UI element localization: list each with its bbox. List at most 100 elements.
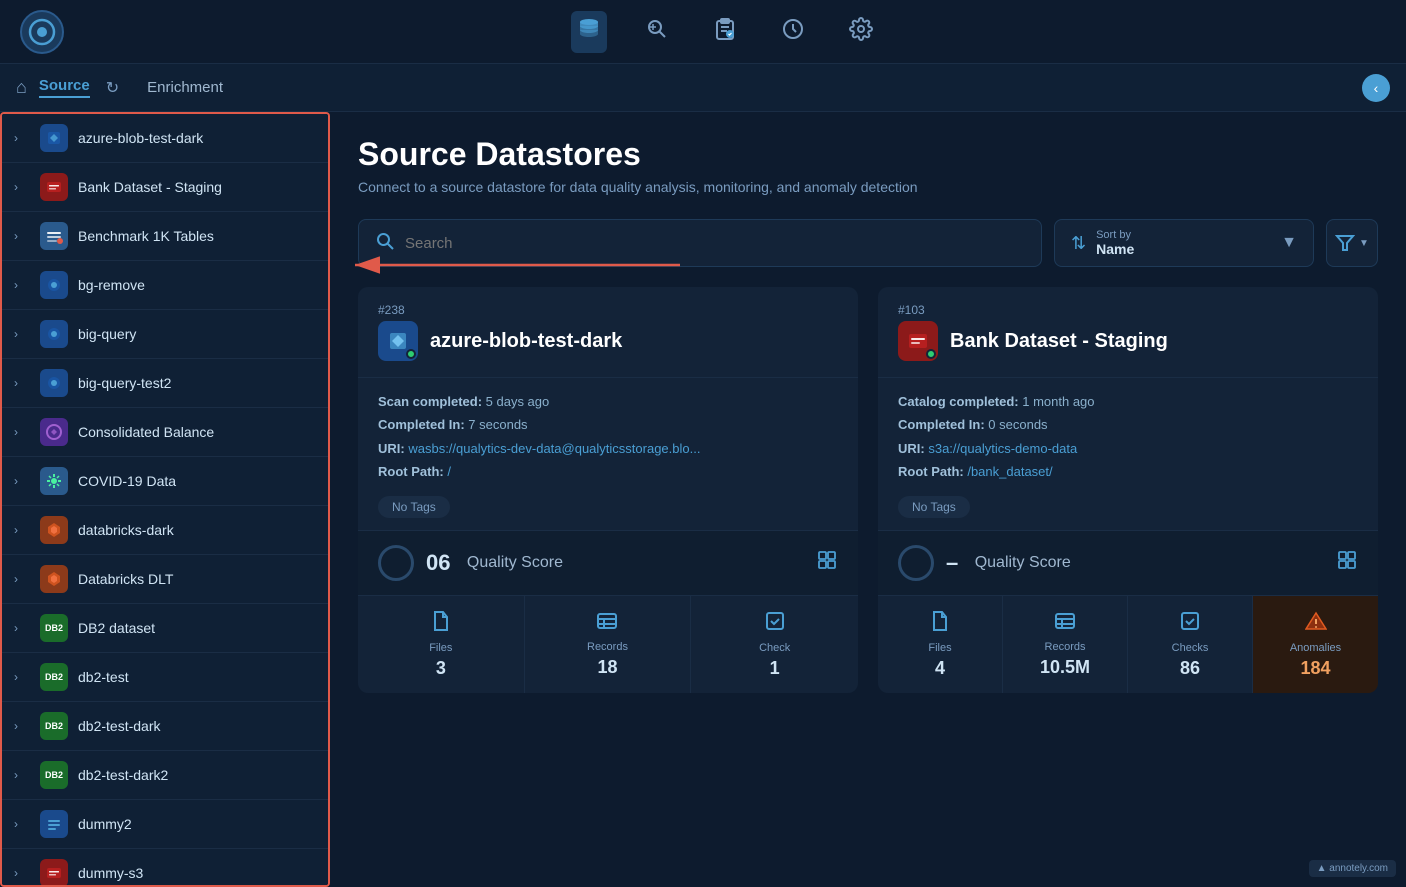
datastore-card-1[interactable]: #103 Bank Dataset - Staging Catalog comp…	[878, 287, 1378, 693]
card-id: #103	[898, 303, 1358, 317]
sidebar-item-db2-test-dark2[interactable]: › DB2 db2-test-dark2	[2, 751, 328, 800]
sidebar-item-label: Benchmark 1K Tables	[78, 228, 214, 244]
card-avatar	[898, 321, 938, 361]
datastore-card-0[interactable]: #238 azure-blob-test-dark Scan completed…	[358, 287, 858, 693]
files-icon	[431, 610, 451, 638]
chevron-icon: ›	[14, 131, 30, 145]
home-button[interactable]: ⌂	[16, 77, 27, 98]
sidebar-item-db2-test[interactable]: ›DB2db2-test	[2, 653, 328, 702]
sidebar-item-benchmark-1k-tables[interactable]: › Benchmark 1K Tables	[2, 212, 328, 261]
quality-score-label: Quality Score	[462, 554, 562, 572]
item-icon	[40, 173, 68, 201]
sidebar-item-bg-remove[interactable]: ›bg-remove	[2, 261, 328, 310]
stats-section: Files 4 Records 10.5M	[878, 595, 1378, 693]
sidebar-item-databricks-dark[interactable]: ›databricks-dark	[2, 506, 328, 555]
chevron-icon: ›	[14, 180, 30, 194]
sidebar-item-big-query-test2[interactable]: ›big-query-test2	[2, 359, 328, 408]
sidebar-item-bank-dataset-staging[interactable]: ›Bank Dataset - Staging	[2, 163, 328, 212]
page-title: Source Datastores	[358, 136, 1378, 173]
collapse-button[interactable]: ‹	[1362, 74, 1390, 102]
item-icon: DB2	[40, 761, 68, 789]
sub-nav: ⌂ Source ↻ Enrichment ‹	[0, 64, 1406, 112]
card-id: #238	[378, 303, 838, 317]
sidebar-item-label: DB2 dataset	[78, 620, 155, 636]
quality-score-circle	[898, 545, 934, 581]
status-dot	[926, 349, 936, 359]
item-icon	[40, 222, 68, 250]
nav-icons	[571, 11, 879, 53]
item-icon	[40, 320, 68, 348]
database-nav-button[interactable]	[571, 11, 607, 53]
tag-pill: No Tags	[898, 496, 970, 518]
clock-nav-button[interactable]	[775, 11, 811, 53]
sidebar-item-db2-test-dark[interactable]: › DB2 db2-test-dark	[2, 702, 328, 751]
sidebar-item-azure-blob-test-dark[interactable]: › azure-blob-test-dark	[2, 114, 328, 163]
quality-score-section: 06 Quality Score	[358, 530, 858, 595]
card-header: #103 Bank Dataset - Staging	[878, 287, 1378, 378]
quality-score-section: – Quality Score	[878, 530, 1378, 595]
sidebar-item-databricks-dlt[interactable]: ›Databricks DLT	[2, 555, 328, 604]
sidebar-item-covid-19-data[interactable]: ›COVID-19 Data	[2, 457, 328, 506]
chevron-icon: ›	[14, 817, 30, 831]
item-icon: DB2	[40, 663, 68, 691]
app-logo	[20, 10, 64, 54]
chevron-icon: ›	[14, 229, 30, 243]
anomalies-stat: Check 1	[691, 596, 858, 693]
settings-nav-button[interactable]	[843, 11, 879, 53]
main-layout: › azure-blob-test-dark ›Bank Dataset - Sta…	[0, 112, 1406, 887]
search-nav-button[interactable]	[639, 11, 675, 53]
item-icon	[40, 859, 68, 887]
search-box[interactable]	[358, 219, 1042, 267]
sidebar-item-label: azure-blob-test-dark	[78, 130, 203, 146]
quality-score-value: 06	[426, 550, 450, 576]
stats-section: Files 3 Records 18 Check 1	[358, 595, 858, 693]
refresh-button[interactable]: ↻	[106, 78, 119, 98]
card-title-row: azure-blob-test-dark	[378, 321, 838, 361]
chevron-icon: ›	[14, 768, 30, 782]
sort-text: Sort by Name	[1096, 229, 1134, 257]
annotely-badge: ▲ annotely.com	[1309, 860, 1396, 877]
chevron-icon: ›	[14, 719, 30, 733]
tag-pill: No Tags	[378, 496, 450, 518]
card-tags: No Tags	[358, 496, 858, 530]
item-icon: DB2	[40, 614, 68, 642]
chevron-icon: ›	[14, 670, 30, 684]
sort-box[interactable]: ⇅ Sort by Name ▼	[1054, 219, 1314, 267]
chevron-icon: ›	[14, 523, 30, 537]
clipboard-nav-button[interactable]	[707, 11, 743, 53]
quality-score-icon	[1336, 549, 1358, 577]
chevron-icon: ›	[14, 572, 30, 586]
search-input[interactable]	[405, 235, 1025, 252]
item-icon: DB2	[40, 712, 68, 740]
filter-button[interactable]: ▼	[1326, 219, 1378, 267]
sidebar-item-consolidated-balance[interactable]: ›Consolidated Balance	[2, 408, 328, 457]
enrichment-tab[interactable]: Enrichment	[147, 79, 223, 96]
sidebar-item-label: dummy-s3	[78, 865, 143, 881]
chevron-icon: ›	[14, 327, 30, 341]
files-stat: Files 4	[878, 596, 1003, 693]
chevron-icon: ›	[14, 278, 30, 292]
page-subtitle: Connect to a source datastore for data q…	[358, 179, 1378, 195]
sidebar-item-db2-dataset[interactable]: › DB2 DB2 dataset	[2, 604, 328, 653]
status-dot	[406, 349, 416, 359]
sidebar-item-label: db2-test-dark2	[78, 767, 168, 783]
records-icon	[1054, 611, 1076, 637]
sort-caret-icon: ▼	[1281, 234, 1297, 252]
item-icon	[40, 418, 68, 446]
sidebar-item-dummy-s3[interactable]: ›dummy-s3	[2, 849, 328, 887]
chevron-icon: ›	[14, 425, 30, 439]
source-tab[interactable]: Source	[39, 77, 90, 98]
card-avatar	[378, 321, 418, 361]
files-value: 3	[436, 658, 446, 679]
sidebar-item-big-query[interactable]: ›big-query	[2, 310, 328, 359]
sidebar-item-label: db2-test-dark	[78, 718, 160, 734]
item-icon	[40, 467, 68, 495]
chevron-icon: ›	[14, 621, 30, 635]
card-meta: Scan completed: 5 days ago Completed In:…	[358, 378, 858, 496]
anomalies-stat: Anomalies 184	[1253, 596, 1378, 693]
card-name: azure-blob-test-dark	[430, 330, 622, 353]
sidebar-item-label: COVID-19 Data	[78, 473, 176, 489]
item-icon	[40, 810, 68, 838]
sidebar-item-dummy2[interactable]: ›dummy2	[2, 800, 328, 849]
top-nav	[0, 0, 1406, 64]
